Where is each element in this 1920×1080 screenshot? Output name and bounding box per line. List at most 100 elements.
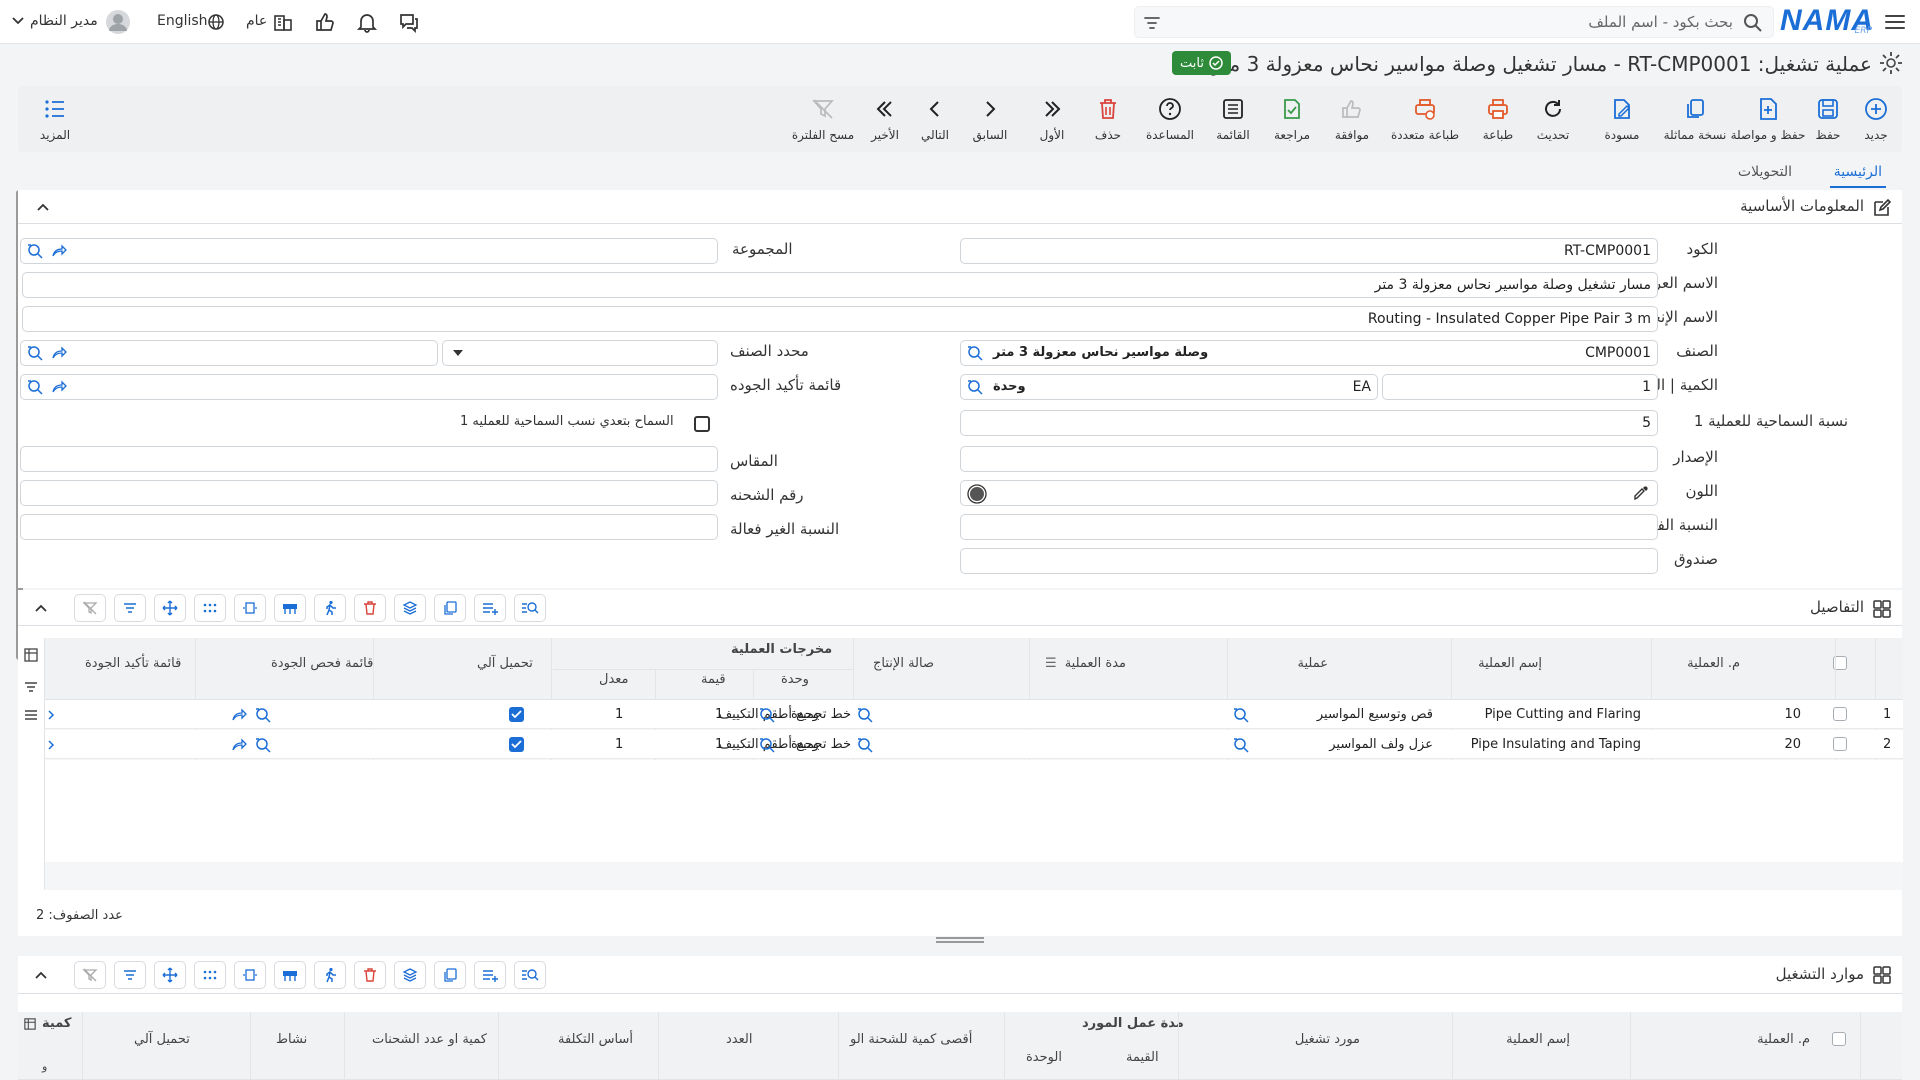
select-all-checkbox[interactable] — [1832, 1032, 1846, 1046]
lookup-icon[interactable] — [857, 700, 873, 729]
dots-grid-mini-button[interactable] — [194, 594, 226, 622]
move-mini-button[interactable] — [154, 961, 186, 989]
lookup-icon[interactable] — [255, 700, 271, 729]
expand-arrow-icon[interactable] — [47, 730, 55, 759]
box-field[interactable] — [960, 548, 1658, 574]
approve-button[interactable]: موافقة — [1323, 96, 1381, 142]
tolerance-field[interactable]: 5 — [960, 410, 1658, 436]
clear-filter-button[interactable]: مسح الفلترة — [786, 96, 860, 142]
col-operation[interactable]: عملية — [1298, 656, 1328, 671]
global-search-box[interactable]: بحث بكود - اسم الملف — [1134, 6, 1774, 38]
open-link-icon[interactable] — [51, 244, 67, 258]
table-row[interactable]: 1 10 Pipe Cutting and Flaring قص وتوسيع … — [45, 700, 1903, 729]
filter-row-icon[interactable] — [24, 680, 38, 694]
company-icon[interactable] — [270, 9, 296, 35]
collapse-icon[interactable] — [34, 602, 48, 614]
language-switch[interactable]: English — [157, 13, 208, 29]
next-button[interactable]: التالي — [906, 96, 964, 142]
qa-list-field[interactable] — [20, 374, 718, 400]
col-resource[interactable]: مورد تشغيل — [1295, 1032, 1360, 1047]
tab-transfers[interactable]: التحويلات — [1734, 158, 1796, 188]
row-menu-icon[interactable] — [24, 708, 38, 722]
search-filter-icon[interactable] — [1143, 14, 1161, 32]
arabic-name-field[interactable]: مسار تشغيل وصلة مواسير نحاس معزولة 3 متر — [22, 272, 1658, 298]
lookup-icon[interactable] — [1233, 730, 1249, 759]
allow-exceed-checkbox[interactable] — [694, 416, 710, 432]
code-field[interactable]: RT-CMP0001 — [960, 238, 1658, 264]
column-chooser-icon[interactable] — [24, 1018, 36, 1030]
col-value[interactable]: القيمة — [1126, 1050, 1159, 1065]
lookup-icon[interactable] — [967, 345, 983, 361]
help-button[interactable]: المساعدة — [1141, 96, 1199, 142]
add-rows-mini-button[interactable] — [474, 961, 506, 989]
refresh-button[interactable]: تحديث — [1524, 96, 1582, 142]
unit-field[interactable]: وحدة EA — [960, 374, 1378, 400]
save-continue-button[interactable]: حفظ و مواصلة — [1726, 96, 1810, 142]
col-duration[interactable]: مدة العملية — [1065, 656, 1126, 671]
splitter-handle[interactable] — [936, 936, 984, 944]
col-unit[interactable]: الوحدة — [1026, 1050, 1062, 1065]
collapse-icon[interactable] — [36, 201, 50, 213]
col-activity[interactable]: نشاط — [276, 1032, 307, 1047]
chevron-down-icon[interactable] — [12, 16, 24, 26]
basic-info-header[interactable]: المعلومات الأساسية — [18, 190, 1902, 224]
row-auto-load-checkbox[interactable] — [509, 737, 524, 752]
resize-mini-button[interactable] — [234, 594, 266, 622]
expand-arrow-icon[interactable] — [47, 700, 55, 729]
filter-mini-button[interactable] — [114, 594, 146, 622]
avatar[interactable] — [105, 9, 131, 35]
col-qc-list[interactable]: قائمة فحص الجودة — [271, 656, 373, 671]
copy-mini-button[interactable] — [434, 594, 466, 622]
copy-mini-button[interactable] — [434, 961, 466, 989]
filter-mini-button[interactable] — [114, 961, 146, 989]
effective-field[interactable] — [960, 514, 1658, 540]
row-checkbox[interactable] — [1833, 737, 1847, 751]
col-count[interactable]: العدد — [726, 1032, 752, 1047]
row-checkbox[interactable] — [1833, 707, 1847, 721]
review-button[interactable]: مراجعة — [1263, 96, 1321, 142]
column-chooser-icon[interactable] — [24, 648, 38, 662]
table-mini-button[interactable] — [274, 961, 306, 989]
version-field[interactable] — [960, 446, 1658, 472]
print-button[interactable]: طباعة — [1469, 96, 1527, 142]
qty-field[interactable]: 1 — [1382, 374, 1658, 400]
lookup-icon[interactable] — [857, 730, 873, 759]
layers-mini-button[interactable] — [394, 594, 426, 622]
col-rate[interactable]: معدل — [599, 672, 629, 687]
column-filter-icons[interactable]: ☰ — [1045, 656, 1057, 671]
col-qty-shipments[interactable]: كمية او عدد الشحنات — [372, 1032, 487, 1047]
shipment-field[interactable] — [20, 480, 718, 506]
col-op-name[interactable]: إسم العملية — [1506, 1032, 1570, 1047]
item-spec-select[interactable] — [442, 340, 718, 366]
add-rows-mini-button[interactable] — [474, 594, 506, 622]
run-mini-button[interactable] — [314, 594, 346, 622]
clear-filter-mini-button[interactable] — [74, 961, 106, 989]
col-op-no[interactable]: م. العملية — [1687, 656, 1740, 671]
first-button[interactable]: الأول — [1023, 96, 1081, 142]
run-mini-button[interactable] — [314, 961, 346, 989]
lookup-icon[interactable] — [759, 700, 775, 729]
open-link-icon[interactable] — [231, 730, 247, 759]
item-field[interactable]: وصلة مواسير نحاس معزولة 3 متر CMP0001 — [960, 340, 1658, 366]
duplicate-button[interactable]: نسخة مماثلة — [1653, 96, 1737, 142]
delete-mini-button[interactable] — [354, 594, 386, 622]
delete-mini-button[interactable] — [354, 961, 386, 989]
col-qa-list[interactable]: قائمة تأكيد الجودة — [85, 656, 181, 671]
col-cost-basis[interactable]: أساس التكلفة — [558, 1032, 633, 1047]
col-auto-load[interactable]: تحميل آلي — [477, 656, 533, 671]
col-value[interactable]: قيمة — [701, 672, 726, 687]
lookup-icon[interactable] — [967, 379, 983, 395]
move-mini-button[interactable] — [154, 594, 186, 622]
bell-icon[interactable] — [354, 9, 380, 35]
lookup-icon[interactable] — [255, 730, 271, 759]
last-button[interactable]: الأخير — [856, 96, 914, 142]
multi-print-button[interactable]: طباعة متعددة — [1382, 96, 1468, 142]
color-field[interactable] — [960, 480, 1658, 506]
search-rows-mini-button[interactable] — [514, 961, 546, 989]
search-icon[interactable] — [1743, 13, 1763, 33]
layers-mini-button[interactable] — [394, 961, 426, 989]
item-spec-field[interactable] — [20, 340, 438, 366]
dots-grid-mini-button[interactable] — [194, 961, 226, 989]
eyedropper-icon[interactable] — [1633, 485, 1649, 501]
clear-filter-mini-button[interactable] — [74, 594, 106, 622]
